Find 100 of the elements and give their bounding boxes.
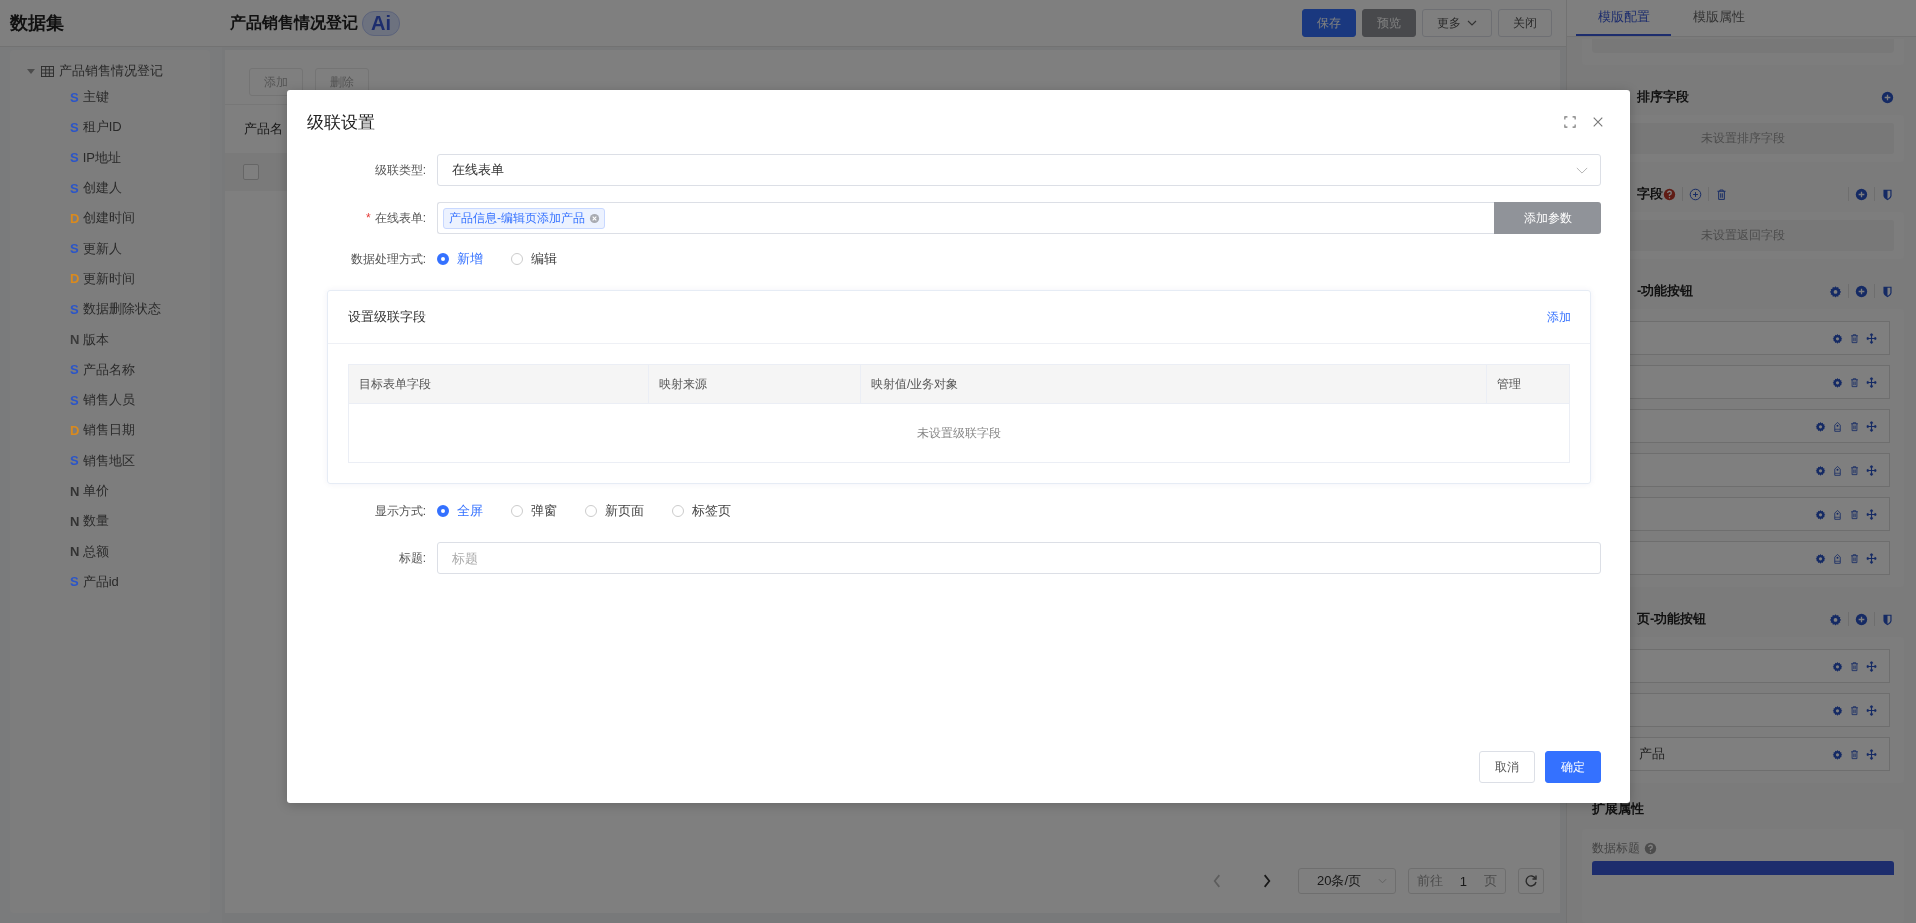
- selected-tag[interactable]: 产品信息-编辑页添加产品: [443, 207, 605, 229]
- field-type-label: S: [70, 301, 79, 317]
- gear-icon[interactable]: [1815, 420, 1826, 432]
- field-label[interactable]: 主键: [82, 88, 109, 107]
- field-label[interactable]: 版本: [83, 330, 110, 349]
- page-title: 产品销售情况登记: [230, 12, 358, 33]
- fullscreen-icon[interactable]: [1564, 116, 1576, 128]
- add-icon[interactable]: [1855, 187, 1868, 201]
- radio-option[interactable]: 弹窗: [511, 502, 557, 520]
- field-label[interactable]: 更新时间: [83, 269, 136, 288]
- field-label[interactable]: 产品id: [82, 572, 119, 591]
- gear-icon[interactable]: [1832, 704, 1843, 716]
- header-button[interactable]: 保存: [1302, 9, 1356, 37]
- cascade-type-select[interactable]: 在线表单: [437, 154, 1601, 186]
- shield-icon[interactable]: [1881, 187, 1894, 201]
- add-link[interactable]: 添加: [1547, 308, 1571, 326]
- add-icon[interactable]: [1881, 90, 1894, 104]
- online-form-field[interactable]: 产品信息-编辑页添加产品: [437, 202, 1494, 234]
- form-label: 数据处理方式:: [349, 250, 427, 268]
- shield-icon[interactable]: [1881, 612, 1894, 626]
- field-label[interactable]: 数据删除状态: [82, 300, 161, 319]
- add-icon[interactable]: [1855, 284, 1868, 298]
- caret-icon[interactable]: [26, 66, 36, 76]
- gear-icon[interactable]: [1832, 748, 1843, 760]
- page-size-select[interactable]: 20条/页: [1298, 868, 1396, 894]
- gear-icon[interactable]: [1815, 508, 1826, 520]
- add-icon[interactable]: [1855, 612, 1868, 626]
- trash-icon[interactable]: [1849, 704, 1860, 716]
- tree-item[interactable]: 产品销售情况登记: [26, 60, 210, 82]
- form-label: 标题:: [397, 549, 427, 567]
- add-icon[interactable]: [1689, 187, 1702, 201]
- move-icon[interactable]: [1866, 332, 1877, 344]
- field-type-label: N: [70, 483, 80, 499]
- close-icon[interactable]: [1592, 116, 1604, 128]
- field-label[interactable]: 数量: [83, 512, 110, 531]
- chevron-down-icon: [1576, 166, 1588, 174]
- field-label[interactable]: 单价: [83, 482, 110, 500]
- move-icon[interactable]: [1866, 376, 1877, 388]
- gear-icon[interactable]: [1832, 332, 1843, 344]
- gear-icon[interactable]: [1829, 612, 1842, 626]
- gear-icon[interactable]: [1815, 464, 1826, 476]
- column-header: 管理: [1496, 375, 1522, 393]
- tag-icon[interactable]: [1832, 508, 1843, 520]
- move-icon[interactable]: [1866, 464, 1877, 476]
- trash-icon[interactable]: [1849, 464, 1860, 476]
- refresh-button[interactable]: [1518, 868, 1544, 894]
- trash-icon[interactable]: [1849, 748, 1860, 760]
- radio-option[interactable]: 编辑: [511, 250, 557, 268]
- help-icon[interactable]: [1644, 841, 1657, 855]
- trash-icon[interactable]: [1849, 420, 1860, 432]
- trash-icon[interactable]: [1849, 376, 1860, 388]
- more-dropdown[interactable]: 更多: [1422, 9, 1492, 37]
- checkbox[interactable]: [243, 164, 259, 180]
- help-icon[interactable]: [1663, 187, 1676, 201]
- chevron-right-icon[interactable]: [1262, 874, 1272, 888]
- ai-badge[interactable]: Ai: [362, 10, 400, 36]
- table-icon: [41, 65, 54, 77]
- radio-option[interactable]: 标签页: [672, 502, 731, 520]
- close-icon[interactable]: [589, 212, 600, 224]
- field-label[interactable]: 销售人员: [82, 391, 135, 410]
- add-parameter-button[interactable]: 添加参数: [1494, 202, 1601, 234]
- move-icon[interactable]: [1866, 660, 1877, 672]
- tag-icon[interactable]: [1832, 464, 1843, 476]
- move-icon[interactable]: [1866, 508, 1877, 520]
- title-input[interactable]: 标题: [437, 542, 1601, 574]
- move-icon[interactable]: [1866, 748, 1877, 760]
- field-label[interactable]: IP地址: [82, 148, 121, 167]
- radio-option[interactable]: 新页面: [585, 502, 644, 520]
- field-label[interactable]: 创建人: [82, 179, 122, 198]
- move-icon[interactable]: [1866, 420, 1877, 432]
- move-icon[interactable]: [1866, 704, 1877, 716]
- field-type-label: S: [70, 89, 79, 105]
- gear-icon[interactable]: [1832, 660, 1843, 672]
- form-label: 显示方式:: [373, 502, 427, 520]
- field-label[interactable]: 产品名称: [82, 360, 135, 379]
- trash-icon[interactable]: [1715, 187, 1728, 201]
- radio-option[interactable]: 新增: [437, 250, 483, 268]
- field-type-label: S: [70, 150, 79, 166]
- radio-option[interactable]: 全屏: [437, 502, 483, 520]
- tab[interactable]: 模版属性: [1671, 0, 1766, 36]
- gear-icon[interactable]: [1815, 552, 1826, 564]
- field-label[interactable]: 更新人: [82, 239, 122, 258]
- gear-icon[interactable]: [1832, 376, 1843, 388]
- field-label[interactable]: 销售日期: [83, 421, 136, 440]
- trash-icon[interactable]: [1849, 332, 1860, 344]
- confirm-button[interactable]: 确定: [1545, 751, 1601, 783]
- shield-icon[interactable]: [1881, 284, 1894, 298]
- tag-icon[interactable]: [1832, 552, 1843, 564]
- field-label[interactable]: 租户ID: [82, 118, 122, 137]
- tag-icon[interactable]: [1832, 420, 1843, 432]
- field-label[interactable]: 总额: [83, 542, 110, 561]
- trash-icon[interactable]: [1849, 552, 1860, 564]
- header-button[interactable]: 关闭: [1498, 9, 1552, 37]
- trash-icon[interactable]: [1849, 508, 1860, 520]
- cancel-button[interactable]: 取消: [1479, 751, 1535, 783]
- trash-icon[interactable]: [1849, 660, 1860, 672]
- field-label[interactable]: 创建时间: [83, 209, 136, 228]
- gear-icon[interactable]: [1829, 284, 1842, 298]
- field-label[interactable]: 销售地区: [82, 451, 135, 470]
- move-icon[interactable]: [1866, 552, 1877, 564]
